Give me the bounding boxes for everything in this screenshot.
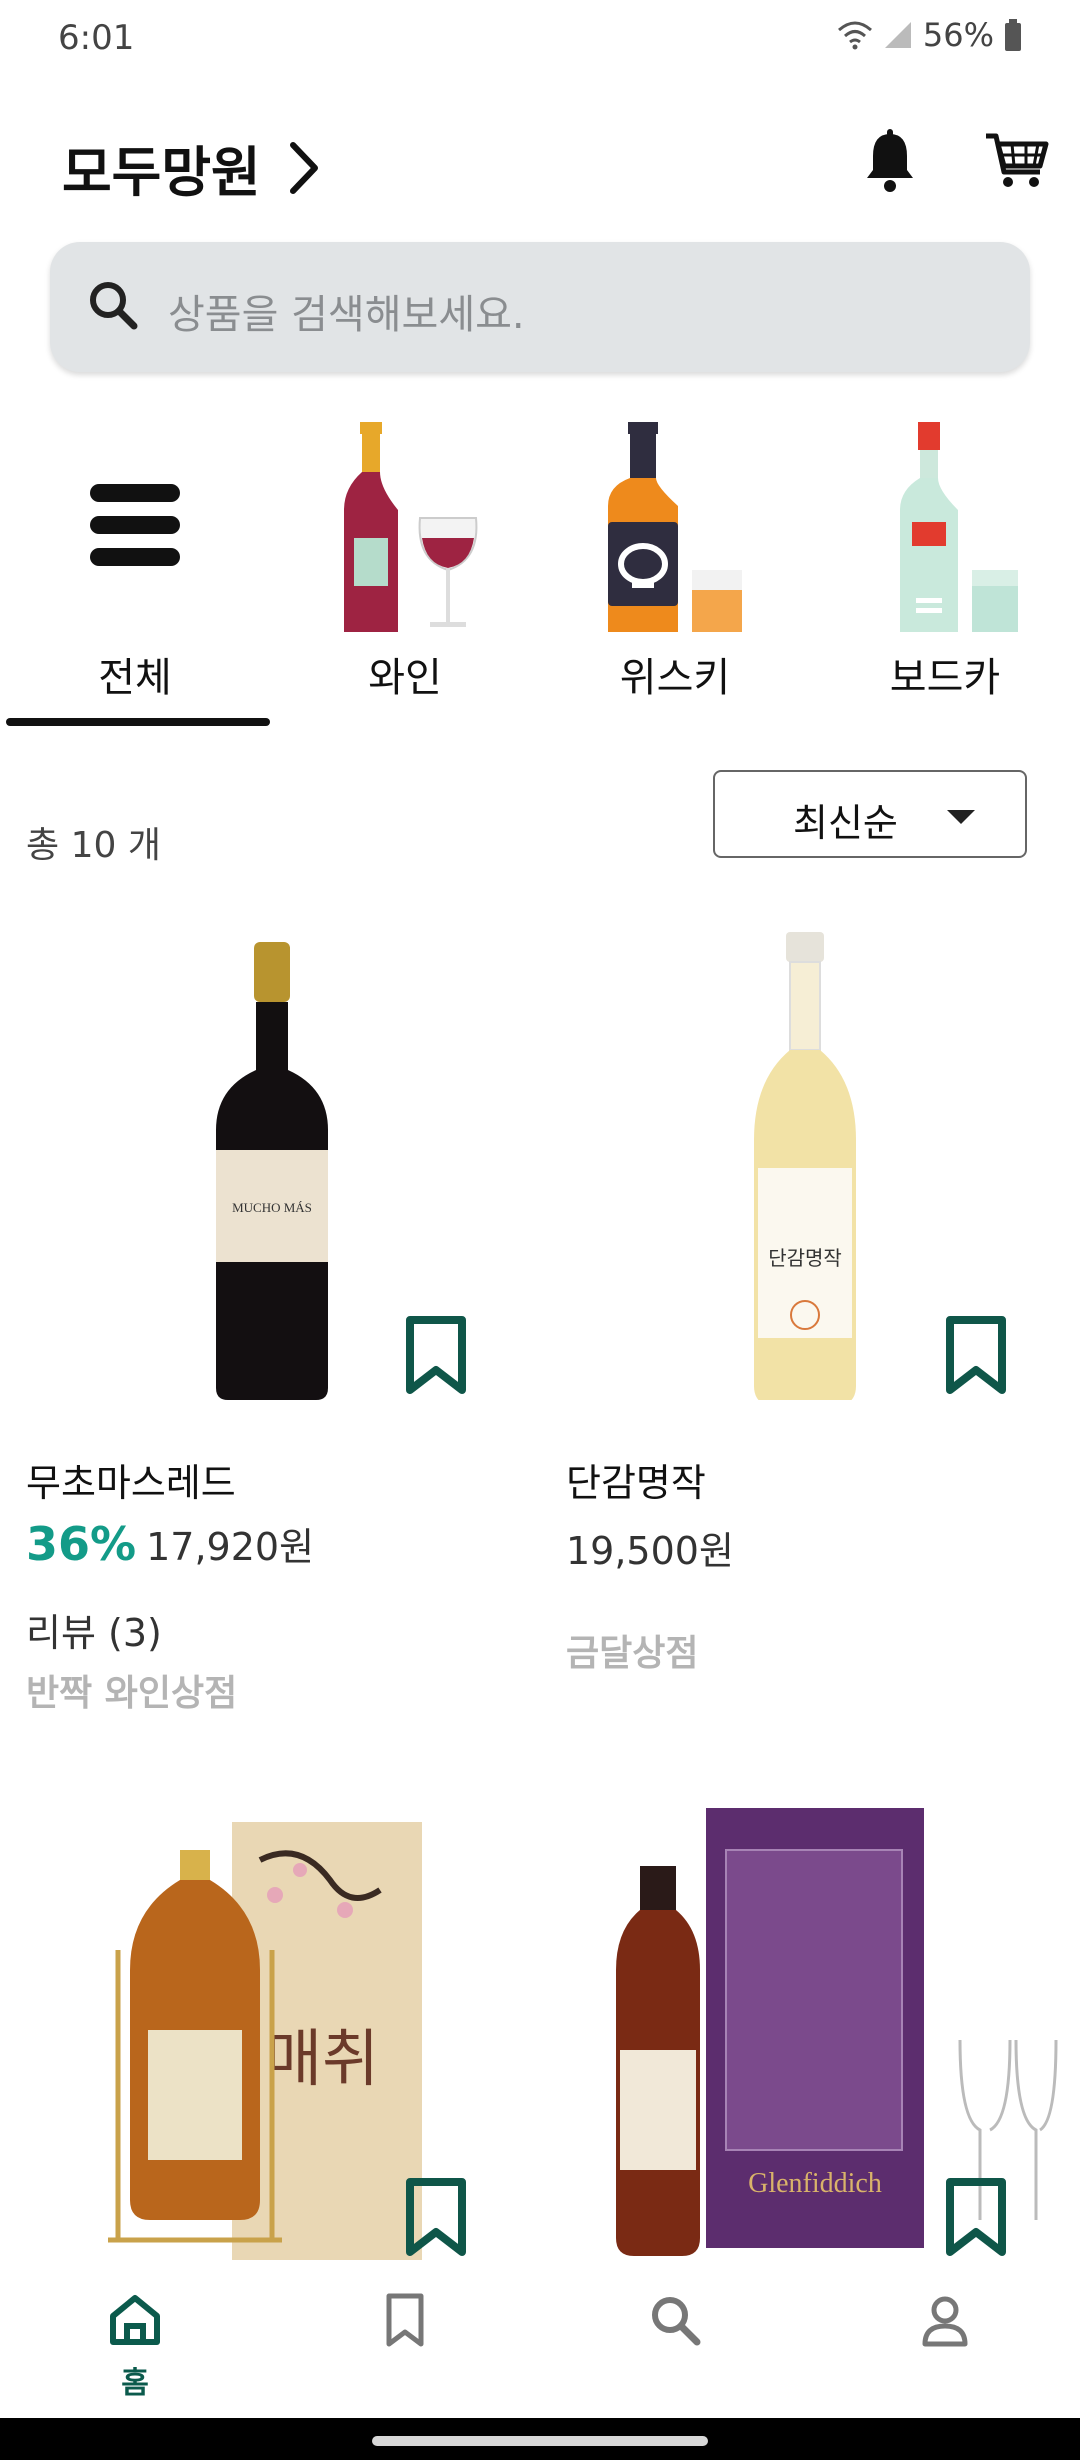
shop-name: 반짝 와인상점 <box>26 1673 238 1714</box>
system-nav-bar <box>0 2418 1080 2460</box>
home-icon <box>110 2295 160 2345</box>
product-card[interactable]: MUCHO MÁS 무초마스레드 36% 17,920원 리뷰 (3) 반짝 와… <box>0 920 520 1720</box>
app-header: 모두망원 <box>0 120 1080 204</box>
dropdown-arrow-icon <box>947 810 975 824</box>
vodka-icon <box>900 422 1018 632</box>
bottom-nav: 홈 <box>0 2270 1080 2420</box>
status-time: 6:01 <box>58 18 135 58</box>
bell-icon[interactable] <box>855 126 925 196</box>
store-selector[interactable]: 모두망원 <box>62 128 321 207</box>
wifi-icon <box>837 21 872 50</box>
bookmark-icon[interactable] <box>404 2178 468 2258</box>
nav-profile[interactable] <box>810 2290 1080 2410</box>
sort-dropdown[interactable]: 최신순 <box>713 770 1027 858</box>
bottle-label-text: 단감명작 <box>768 1246 842 1270</box>
box-label-text: 매취 <box>265 2022 379 2095</box>
product-name: 무초마스레드 <box>26 1461 236 1505</box>
price-row: 36% 17,920원 <box>26 1516 314 1571</box>
bookmark-icon[interactable] <box>404 1316 468 1396</box>
chevron-right-icon <box>289 141 318 194</box>
tab-label: 보드카 <box>889 655 1001 701</box>
tab-whiskey[interactable]: 위스키 <box>540 410 810 730</box>
product-price: 17,920원 <box>146 1525 315 1569</box>
product-price: 19,500원 <box>566 1529 734 1573</box>
selected-tab-indicator <box>6 718 270 726</box>
product-card[interactable]: 매취 <box>0 1800 520 2270</box>
price-row: 19,500원 <box>566 1520 734 1575</box>
nav-search[interactable] <box>540 2290 810 2410</box>
status-icons: 56% <box>837 16 1022 54</box>
cart-icon[interactable] <box>982 126 1052 196</box>
tab-label: 전체 <box>98 655 172 701</box>
wine-icon <box>344 422 478 632</box>
box-label-text: Glenfiddich <box>748 2168 882 2199</box>
tab-label: 위스키 <box>619 655 731 701</box>
tab-vodka[interactable]: 보드카 <box>810 410 1080 730</box>
tab-wine[interactable]: 와인 <box>270 410 540 730</box>
whiskey-icon <box>608 422 742 632</box>
bookmark-icon[interactable] <box>944 1316 1008 1396</box>
store-name: 모두망원 <box>62 141 261 204</box>
profile-icon <box>922 2296 968 2347</box>
product-card[interactable]: 단감명작 단감명작 19,500원 금달상점 <box>540 920 1060 1720</box>
bottle-label-text: MUCHO MÁS <box>232 1200 312 1215</box>
status-bar: 6:01 56% <box>0 0 1080 80</box>
bookmark-outline-icon <box>386 2293 424 2347</box>
home-gesture-handle[interactable] <box>372 2436 708 2446</box>
nav-home-label: 홈 <box>121 2366 149 2401</box>
sort-label: 최신순 <box>793 801 898 845</box>
result-count: 총 10 개 <box>26 825 161 866</box>
discount-rate: 36% <box>26 1517 137 1571</box>
category-tabs: 전체 와인 위스키 보드카 <box>0 410 1080 730</box>
bookmark-icon[interactable] <box>944 2178 1008 2258</box>
battery-icon <box>1005 19 1021 51</box>
menu-icon <box>90 484 180 566</box>
tab-label: 와인 <box>368 655 442 701</box>
search-icon <box>90 282 138 330</box>
product-name: 단감명작 <box>566 1461 706 1505</box>
search-nav-icon <box>652 2297 701 2346</box>
signal-icon <box>884 22 911 48</box>
nav-bookmarks[interactable] <box>270 2290 540 2410</box>
battery-text: 56% <box>922 16 994 54</box>
search-bar[interactable]: 상품을 검색해보세요. <box>50 242 1030 372</box>
shop-name: 금달상점 <box>566 1633 699 1674</box>
search-input[interactable]: 상품을 검색해보세요. <box>168 282 525 340</box>
nav-home[interactable]: 홈 <box>0 2290 270 2410</box>
review-count: 리뷰 (3) <box>26 1611 162 1655</box>
tab-all[interactable]: 전체 <box>0 410 270 730</box>
product-card[interactable]: Glenfiddich <box>540 1800 1060 2270</box>
